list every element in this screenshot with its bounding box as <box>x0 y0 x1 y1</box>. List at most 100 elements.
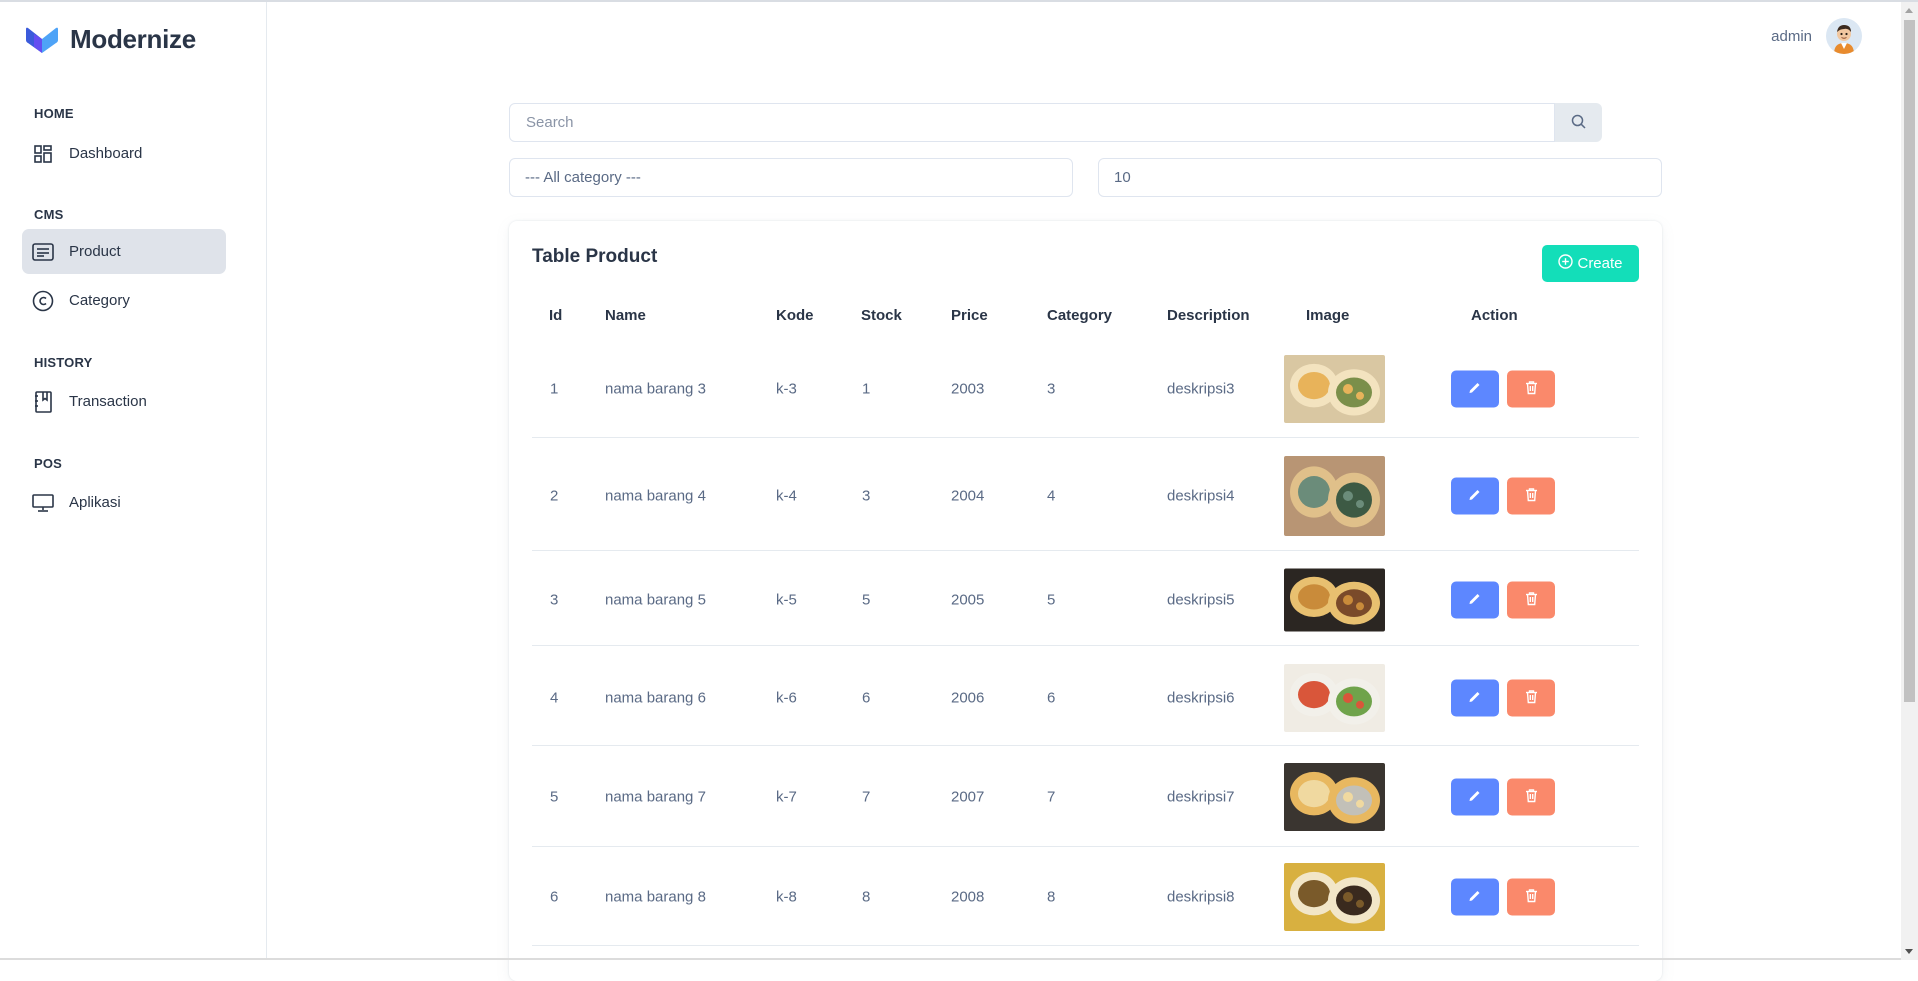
cell-stock: 1 <box>862 381 870 398</box>
avatar[interactable] <box>1826 18 1862 54</box>
product-image <box>1284 763 1385 831</box>
cell-kode: k-4 <box>776 488 797 505</box>
cell-price: 2003 <box>951 381 984 398</box>
cell-kode: k-6 <box>776 690 797 707</box>
scroll-down-arrow-icon[interactable] <box>1905 949 1913 954</box>
delete-button[interactable] <box>1507 478 1555 515</box>
column-header-stock: Stock <box>861 307 902 324</box>
sidebar-item-label: Product <box>69 243 121 260</box>
cell-description: deskripsi4 <box>1167 488 1235 505</box>
sidebar-item-category[interactable]: Category <box>22 278 226 323</box>
cell-price: 2006 <box>951 690 984 707</box>
cell-stock: 6 <box>862 690 870 707</box>
scroll-up-arrow-icon[interactable] <box>1905 8 1913 13</box>
delete-button[interactable] <box>1507 680 1555 717</box>
section-label-pos: POS <box>34 456 62 471</box>
sidebar-item-product[interactable]: Product <box>22 229 226 274</box>
edit-button[interactable] <box>1451 779 1499 816</box>
delete-button[interactable] <box>1507 371 1555 408</box>
scroll-thumb[interactable] <box>1904 20 1915 702</box>
cell-category: 5 <box>1047 592 1055 609</box>
book-icon <box>31 390 55 414</box>
user-name: admin <box>1771 28 1812 45</box>
cell-description: deskripsi6 <box>1167 690 1235 707</box>
search-input[interactable] <box>509 103 1555 142</box>
trash-icon <box>1525 381 1538 398</box>
trash-icon <box>1525 592 1538 609</box>
product-image <box>1284 569 1385 632</box>
brand[interactable]: Modernize <box>24 24 196 55</box>
edit-button[interactable] <box>1451 582 1499 619</box>
section-label-history: HISTORY <box>34 355 92 370</box>
cell-stock: 5 <box>862 592 870 609</box>
cell-category: 3 <box>1047 381 1055 398</box>
user-menu[interactable]: admin <box>1771 18 1862 54</box>
cell-kode: k-5 <box>776 592 797 609</box>
cell-kode: k-8 <box>776 889 797 906</box>
column-header-description: Description <box>1167 307 1250 324</box>
cell-name: nama barang 8 <box>605 889 706 906</box>
category-select[interactable]: --- All category --- <box>509 158 1073 197</box>
cell-kode: k-7 <box>776 789 797 806</box>
cell-stock: 8 <box>862 889 870 906</box>
sidebar: Modernize HOME Dashboard CMS Product Cat… <box>0 2 267 960</box>
cell-name: nama barang 3 <box>605 381 706 398</box>
trash-icon <box>1525 690 1538 707</box>
cell-name: nama barang 6 <box>605 690 706 707</box>
article-icon <box>31 240 55 264</box>
sidebar-item-transaction[interactable]: Transaction <box>22 379 226 424</box>
cell-id: 1 <box>550 381 558 398</box>
brand-logo-icon <box>24 25 60 55</box>
product-image <box>1284 664 1385 732</box>
edit-button[interactable] <box>1451 680 1499 717</box>
delete-button[interactable] <box>1507 582 1555 619</box>
cell-id: 5 <box>550 789 558 806</box>
edit-button[interactable] <box>1451 371 1499 408</box>
column-header-price: Price <box>951 307 988 324</box>
pencil-icon <box>1468 592 1482 609</box>
cell-category: 7 <box>1047 789 1055 806</box>
cell-description: deskripsi5 <box>1167 592 1235 609</box>
cell-stock: 3 <box>862 488 870 505</box>
sidebar-item-label: Transaction <box>69 393 147 410</box>
copyright-icon <box>31 289 55 313</box>
vertical-scrollbar[interactable] <box>1901 2 1918 960</box>
cell-price: 2007 <box>951 789 984 806</box>
limit-select[interactable]: 10 <box>1098 158 1662 197</box>
cell-id: 3 <box>550 592 558 609</box>
edit-button[interactable] <box>1451 478 1499 515</box>
product-image <box>1284 456 1385 536</box>
cell-name: nama barang 4 <box>605 488 706 505</box>
pencil-icon <box>1468 889 1482 906</box>
cell-description: deskripsi3 <box>1167 381 1235 398</box>
brand-name: Modernize <box>70 24 196 55</box>
column-header-action: Action <box>1471 307 1518 324</box>
cell-price: 2005 <box>951 592 984 609</box>
cell-name: nama barang 7 <box>605 789 706 806</box>
column-header-image: Image <box>1306 307 1349 324</box>
table-title: Table Product <box>532 246 657 268</box>
pencil-icon <box>1468 789 1482 806</box>
section-label-home: HOME <box>34 106 74 121</box>
cell-id: 2 <box>550 488 558 505</box>
pencil-icon <box>1468 381 1482 398</box>
column-header-id: Id <box>549 307 562 324</box>
product-image <box>1284 355 1385 423</box>
column-header-name: Name <box>605 307 646 324</box>
search-bar <box>509 103 1602 142</box>
pencil-icon <box>1468 488 1482 505</box>
delete-button[interactable] <box>1507 879 1555 916</box>
create-button[interactable]: Create <box>1542 245 1639 282</box>
top-border <box>0 0 1918 2</box>
cell-category: 6 <box>1047 690 1055 707</box>
delete-button[interactable] <box>1507 779 1555 816</box>
search-button[interactable] <box>1555 103 1602 142</box>
column-header-category: Category <box>1047 307 1112 324</box>
product-image <box>1284 863 1385 931</box>
cell-category: 4 <box>1047 488 1055 505</box>
edit-button[interactable] <box>1451 879 1499 916</box>
cell-name: nama barang 5 <box>605 592 706 609</box>
sidebar-item-dashboard[interactable]: Dashboard <box>22 131 226 176</box>
sidebar-item-aplikasi[interactable]: Aplikasi <box>22 480 226 525</box>
cell-category: 8 <box>1047 889 1055 906</box>
